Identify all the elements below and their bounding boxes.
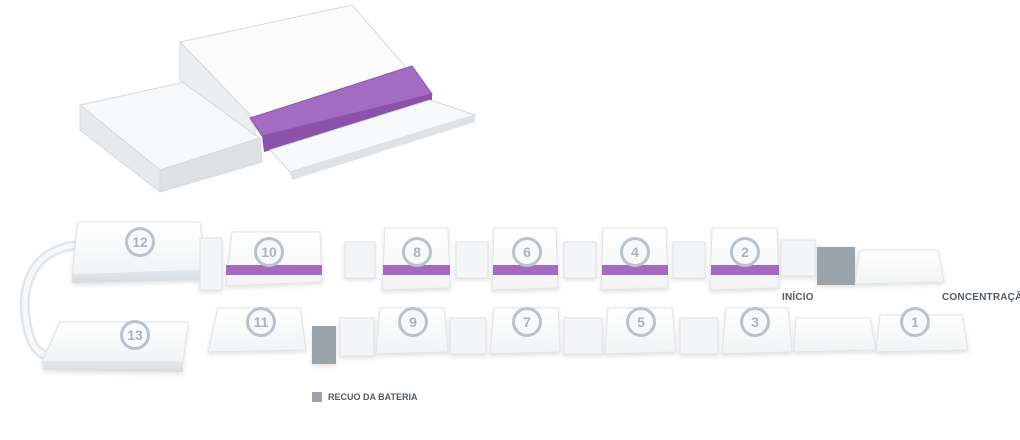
layout-drawing <box>19 4 969 372</box>
module-badge-6: 6 <box>512 237 542 267</box>
module-badge-10: 10 <box>254 237 284 267</box>
module-badge-5: 5 <box>626 307 656 337</box>
module-badge-12: 12 <box>125 227 155 257</box>
module-badge-13: 13 <box>120 320 150 350</box>
module-badge-1: 1 <box>900 307 930 337</box>
concentration-label: CONCENTRAÇÃO <box>942 292 1020 303</box>
module-badge-11: 11 <box>246 307 276 337</box>
module-badge-3: 3 <box>740 307 770 337</box>
module-badge-9: 9 <box>398 307 428 337</box>
module-13-block <box>41 321 189 363</box>
module-badge-2: 2 <box>730 237 760 267</box>
purple-stripe-10 <box>226 265 322 275</box>
float-layout-diagram: 12 10 8 6 4 2 13 11 9 7 5 3 1 INÍCIO CON… <box>0 0 1020 435</box>
recess-legend-label: RECUO DA BATERIA <box>328 392 418 402</box>
module-badge-4: 4 <box>620 237 650 267</box>
start-block <box>854 249 945 285</box>
recess-block-bottom <box>312 326 336 364</box>
module-badge-8: 8 <box>402 237 432 267</box>
recess-legend-swatch <box>312 392 322 402</box>
platform-detail-3d <box>78 4 477 194</box>
recess-block-top <box>817 247 855 285</box>
legend: RECUO DA BATERIA <box>312 392 418 402</box>
module-badge-7: 7 <box>512 307 542 337</box>
start-label: INÍCIO <box>782 292 814 303</box>
